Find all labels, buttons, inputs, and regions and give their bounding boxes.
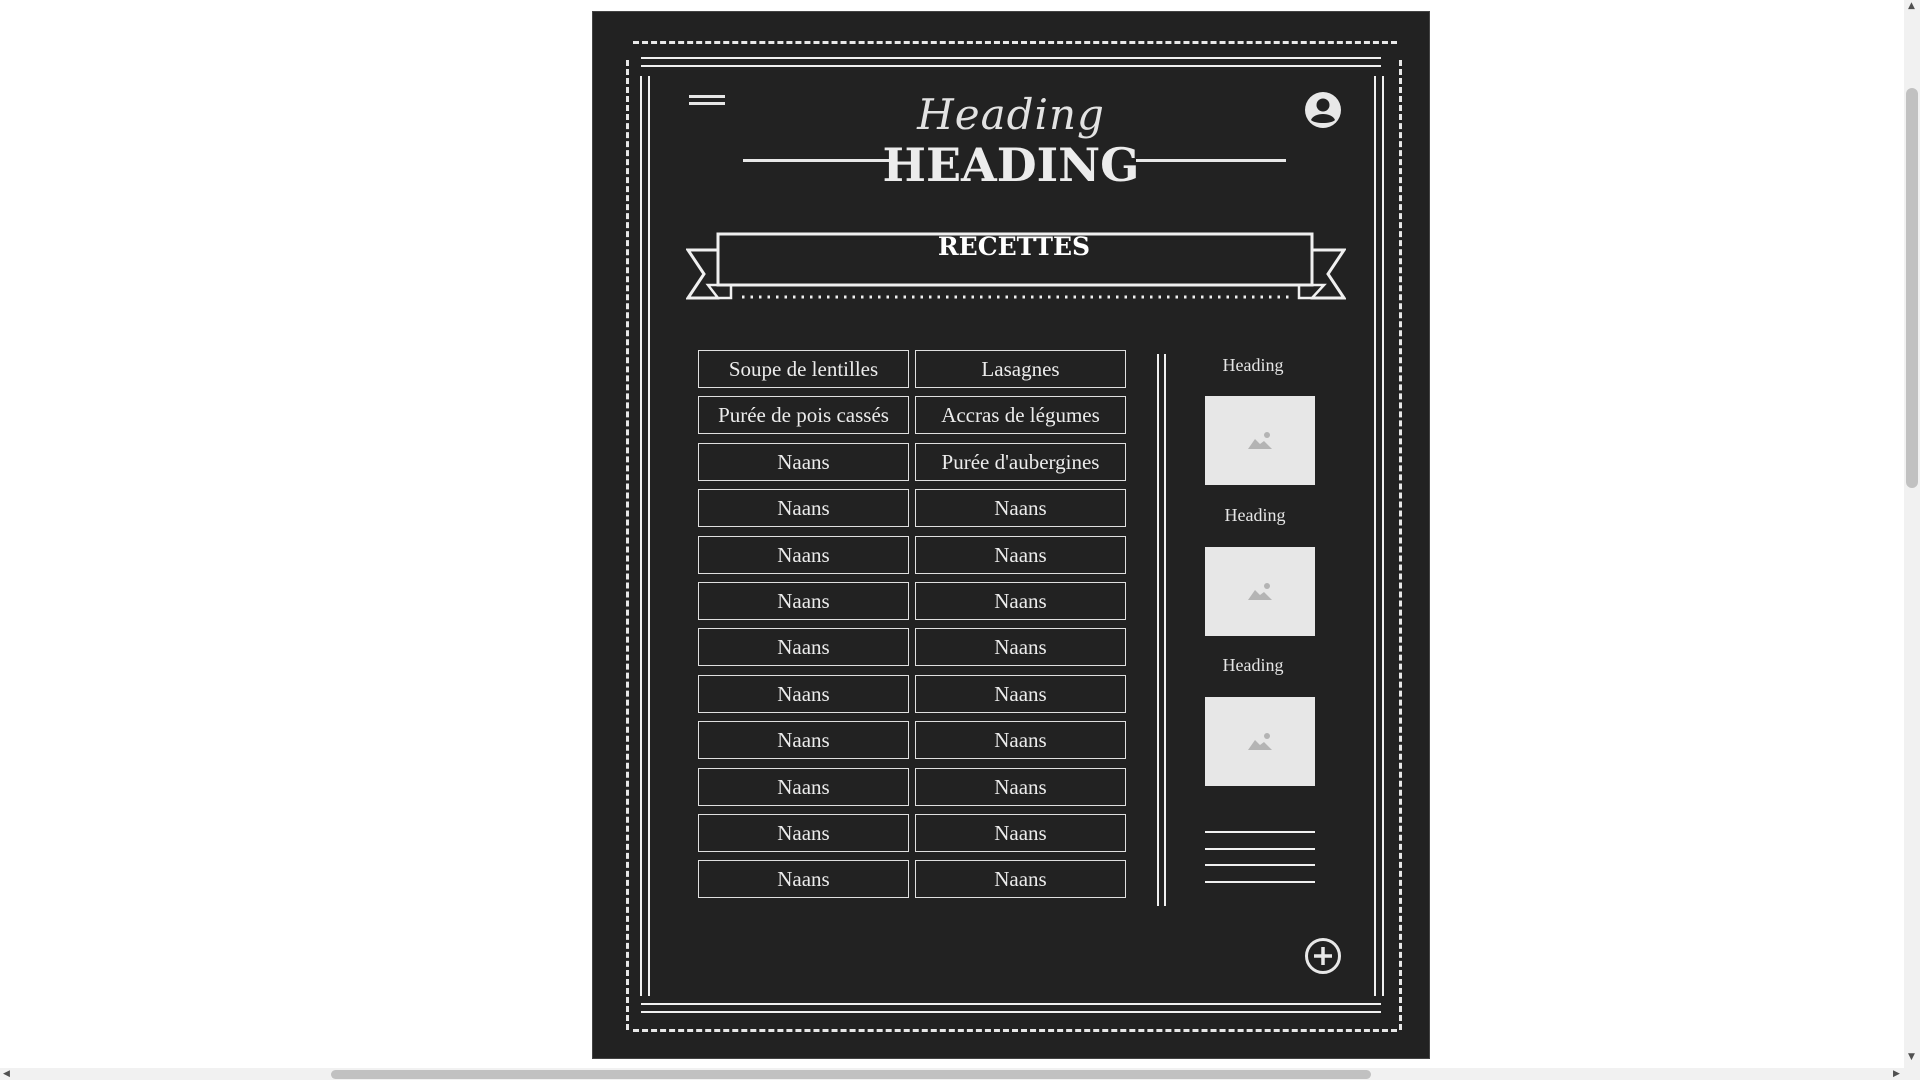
sidebar-heading-3: Heading bbox=[1222, 655, 1284, 675]
sidebar-image-3[interactable] bbox=[1205, 697, 1315, 786]
recipe-cell[interactable]: Purée de pois cassés bbox=[698, 396, 909, 434]
vertical-scrollbar[interactable]: ▲ ▼ bbox=[1904, 0, 1920, 1080]
frame-line-top-2 bbox=[641, 65, 1381, 67]
image-placeholder-icon bbox=[1248, 582, 1272, 600]
scroll-up-arrow-icon[interactable]: ▲ bbox=[1908, 1, 1915, 11]
recipe-cell[interactable]: Naans bbox=[698, 814, 909, 852]
recipe-cell[interactable]: Naans bbox=[698, 443, 909, 481]
recipe-cell[interactable]: Naans bbox=[698, 721, 909, 759]
frame-line-right-2 bbox=[1382, 76, 1384, 996]
sidebar-image-1[interactable] bbox=[1205, 396, 1315, 485]
scroll-down-arrow-icon[interactable]: ▼ bbox=[1908, 1052, 1915, 1062]
recipe-cell[interactable]: Lasagnes bbox=[915, 350, 1126, 388]
sidebar-rule-3 bbox=[1205, 864, 1315, 866]
recipe-cell[interactable]: Naans bbox=[915, 860, 1126, 898]
recipe-cell[interactable]: Naans bbox=[698, 675, 909, 713]
sidebar-heading-2: Heading bbox=[1224, 505, 1286, 525]
recipe-cell[interactable]: Naans bbox=[698, 489, 909, 527]
vertical-scrollbar-thumb[interactable] bbox=[1906, 88, 1918, 488]
frame-line-right-1 bbox=[1374, 76, 1376, 996]
recipe-cell[interactable]: Naans bbox=[698, 582, 909, 620]
recipe-cell[interactable]: Naans bbox=[915, 768, 1126, 806]
divider-line-1 bbox=[1157, 354, 1159, 906]
recipe-cell[interactable]: Naans bbox=[915, 489, 1126, 527]
script-heading: Heading bbox=[917, 90, 1105, 139]
recipe-cell[interactable]: Naans bbox=[698, 536, 909, 574]
frame-dashed-left bbox=[626, 60, 629, 1030]
image-placeholder-icon bbox=[1248, 431, 1272, 449]
recipe-cell[interactable]: Naans bbox=[698, 860, 909, 898]
image-placeholder-icon bbox=[1248, 732, 1272, 750]
recipe-cell[interactable]: Purée d'aubergines bbox=[915, 443, 1126, 481]
recipe-cell[interactable]: Accras de légumes bbox=[915, 396, 1126, 434]
recipe-cell[interactable]: Naans bbox=[915, 628, 1126, 666]
frame-line-left-2 bbox=[648, 76, 650, 996]
frame-line-bottom-1 bbox=[641, 1003, 1381, 1005]
menu-card: Heading HEADING RECETTES Soupe de lentil… bbox=[592, 11, 1430, 1059]
recipe-cell[interactable]: Naans bbox=[698, 768, 909, 806]
recipe-cell[interactable]: Naans bbox=[915, 582, 1126, 620]
recipe-cell[interactable]: Naans bbox=[915, 675, 1126, 713]
sidebar-image-2[interactable] bbox=[1205, 547, 1315, 636]
sidebar-rule-2 bbox=[1205, 848, 1315, 850]
recipe-cell[interactable]: Naans bbox=[698, 628, 909, 666]
sidebar-rule-4 bbox=[1205, 881, 1315, 883]
horizontal-scrollbar-thumb[interactable] bbox=[331, 1070, 1371, 1079]
recipe-cell[interactable]: Naans bbox=[915, 814, 1126, 852]
sidebar-heading-1: Heading bbox=[1222, 355, 1284, 375]
frame-dashed-bottom bbox=[633, 1029, 1397, 1032]
frame-dashed-top bbox=[633, 41, 1397, 44]
recipe-cell[interactable]: Naans bbox=[915, 536, 1126, 574]
main-heading: HEADING bbox=[882, 138, 1140, 192]
recipe-cell[interactable]: Naans bbox=[915, 721, 1126, 759]
heading-rule-right bbox=[1136, 159, 1286, 162]
horizontal-scrollbar[interactable]: ◀ ▶ bbox=[0, 1068, 1904, 1080]
frame-line-top-1 bbox=[641, 57, 1381, 59]
sidebar-rule-1 bbox=[1205, 831, 1315, 833]
scroll-left-arrow-icon[interactable]: ◀ bbox=[3, 1069, 10, 1079]
frame-dashed-right bbox=[1399, 60, 1402, 1030]
frame-line-bottom-2 bbox=[641, 1011, 1381, 1013]
recipe-cell[interactable]: Soupe de lentilles bbox=[698, 350, 909, 388]
frame-line-left-1 bbox=[640, 76, 642, 996]
banner-title: RECETTES bbox=[937, 232, 1091, 261]
divider-line-2 bbox=[1164, 354, 1166, 906]
add-circle-icon[interactable] bbox=[1304, 937, 1342, 975]
scroll-right-arrow-icon[interactable]: ▶ bbox=[1893, 1069, 1900, 1079]
